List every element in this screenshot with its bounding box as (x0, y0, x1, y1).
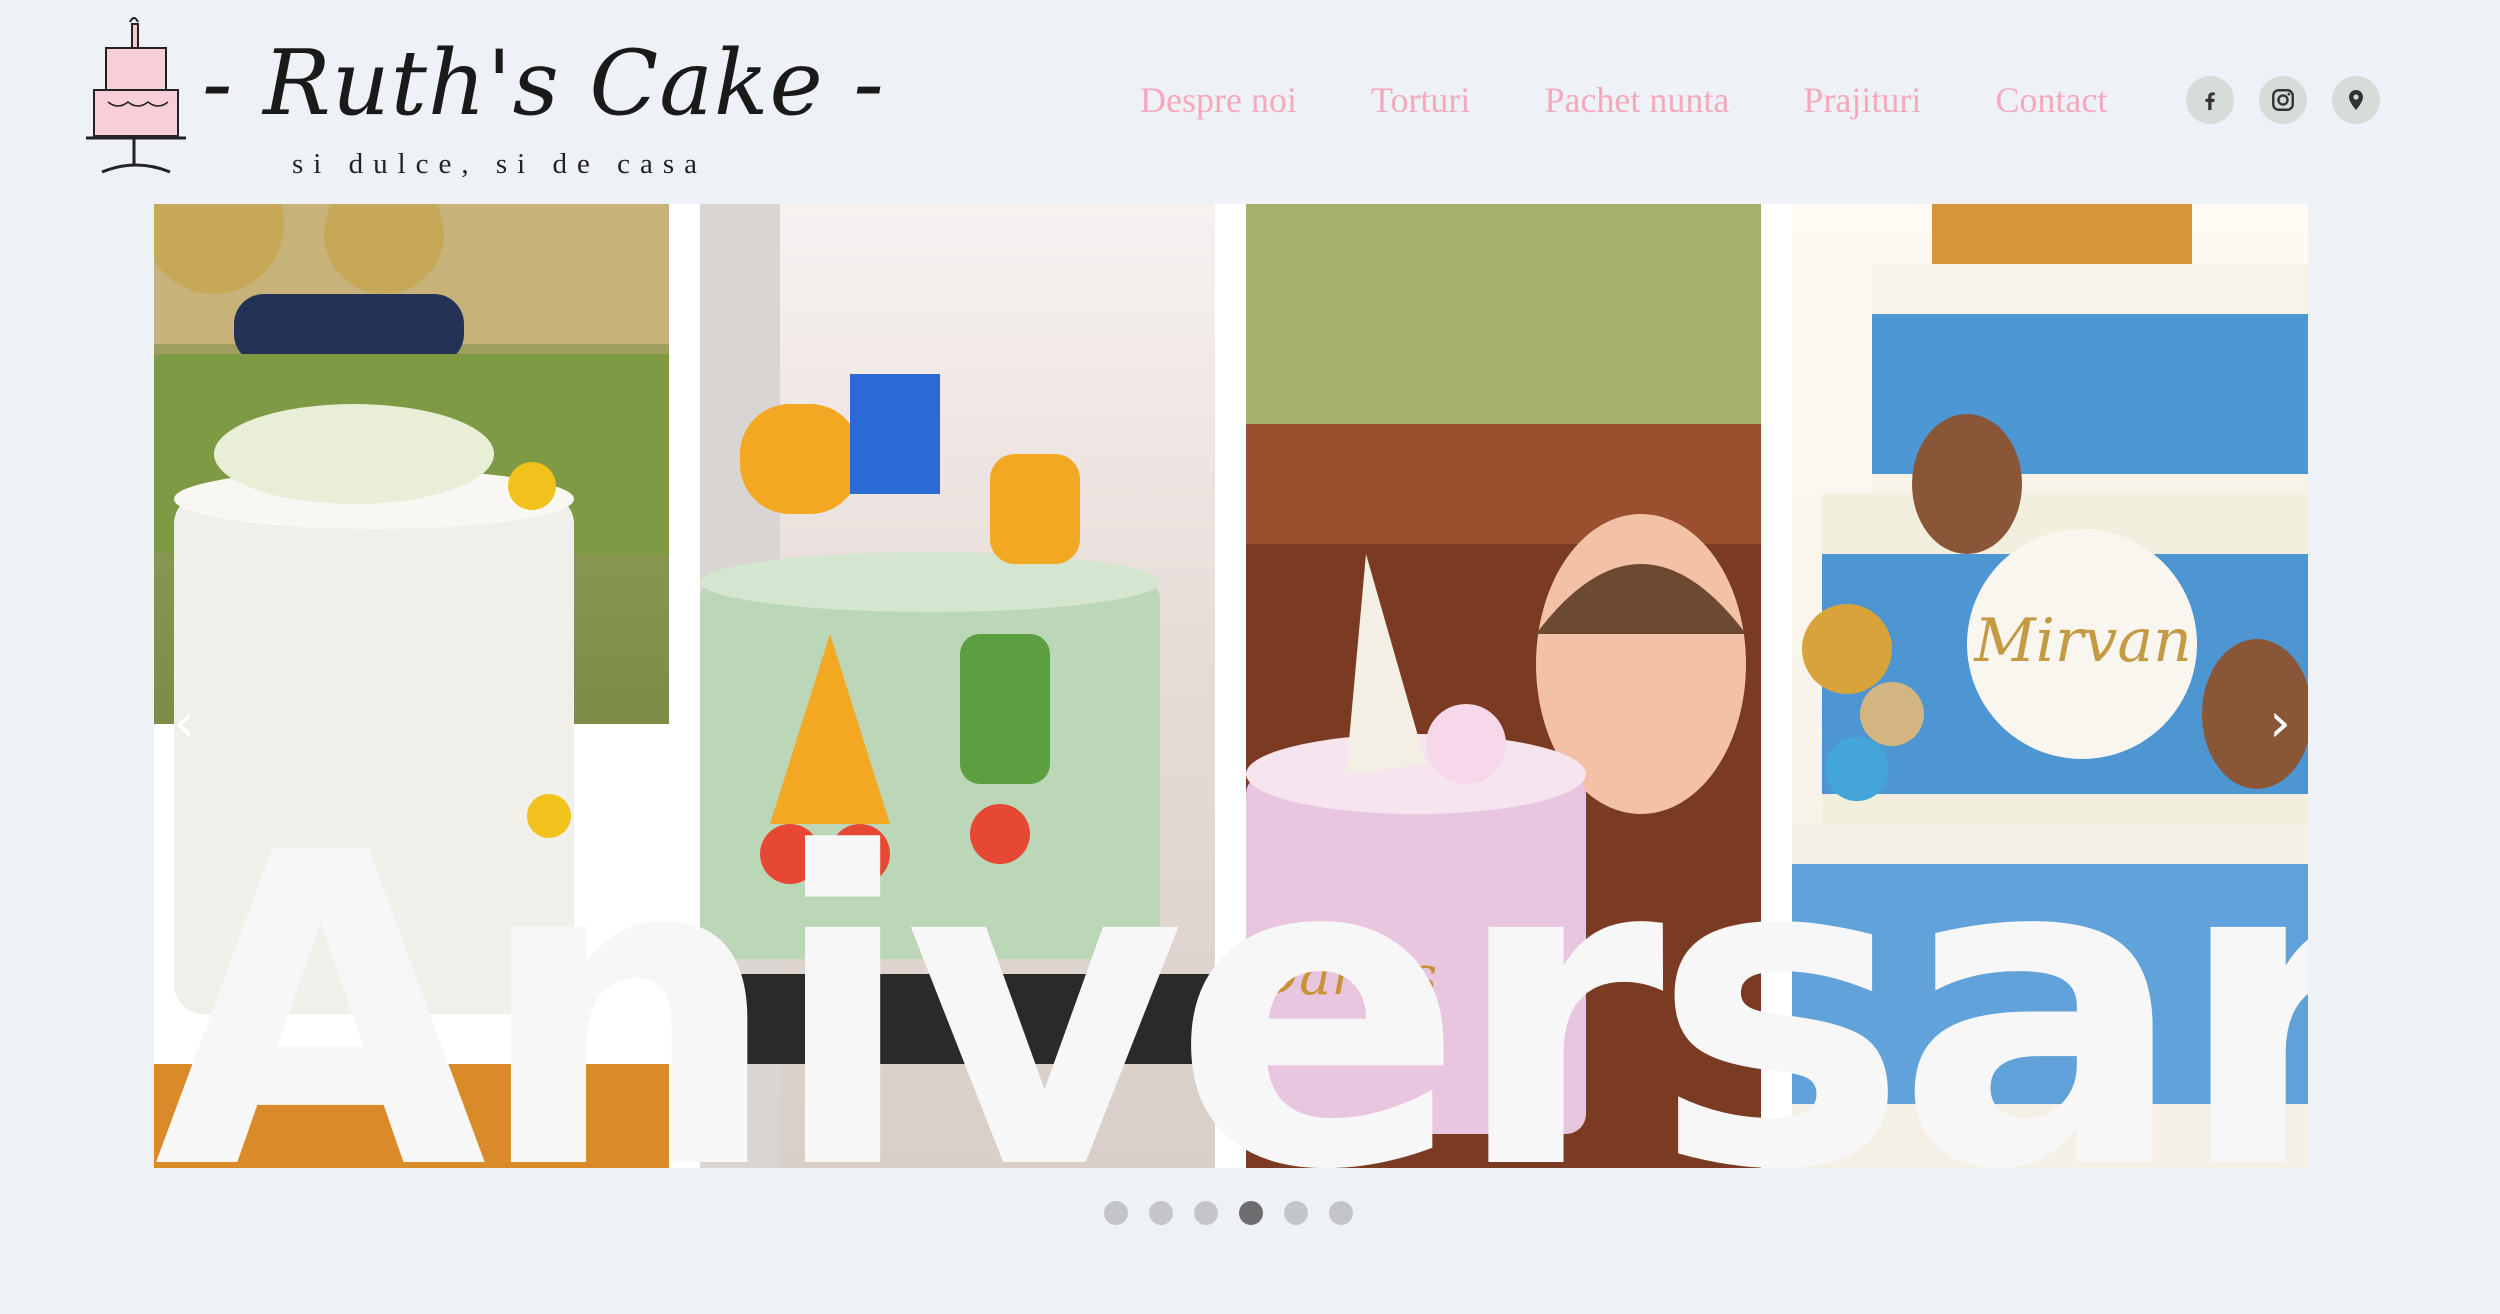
facebook-link[interactable] (2186, 76, 2234, 124)
slider-dot-6[interactable] (1329, 1201, 1353, 1225)
hero-slider: Darius Mirvan Aniversari ‹ › (154, 204, 2308, 1168)
slider-pagination (1104, 1201, 1353, 1225)
cake-name-mirvan: Mirvan (1974, 606, 2192, 676)
instagram-icon (2272, 89, 2294, 111)
nav-item-pachet-nunta[interactable]: Pachet nunta (1544, 70, 1729, 130)
slider-dot-4[interactable] (1239, 1201, 1263, 1225)
slider-next-button[interactable]: › (2250, 682, 2308, 762)
slider-dot-3[interactable] (1194, 1201, 1218, 1225)
slider-dot-5[interactable] (1284, 1201, 1308, 1225)
main-nav: Despre noi Torturi Pachet nunta Prajitur… (1140, 70, 2107, 130)
nav-item-contact[interactable]: Contact (1995, 70, 2107, 130)
nav-item-despre-noi[interactable]: Despre noi (1140, 70, 1297, 130)
chevron-right-icon: › (2269, 690, 2291, 754)
slider-dot-1[interactable] (1104, 1201, 1128, 1225)
facebook-icon (2205, 92, 2215, 110)
social-links (2186, 76, 2380, 124)
location-pin-icon (2349, 90, 2363, 110)
slider-prev-button[interactable]: ‹ (154, 682, 214, 762)
cake-logo-icon (86, 17, 186, 174)
location-link[interactable] (2332, 76, 2380, 124)
nav-item-prajituri[interactable]: Prajituri (1803, 70, 1921, 130)
slide-title: Aniversari (154, 764, 2308, 1168)
nav-item-torturi[interactable]: Torturi (1371, 70, 1470, 130)
slider-dot-2[interactable] (1149, 1201, 1173, 1225)
brand-logo[interactable]: - Ruth's Cake - si dulce, si de casa (82, 12, 885, 192)
brand-tagline: si dulce, si de casa (292, 148, 708, 180)
brand-name: - Ruth's Cake - (202, 31, 885, 136)
chevron-left-icon: ‹ (173, 690, 195, 754)
instagram-link[interactable] (2259, 76, 2307, 124)
site-header: - Ruth's Cake - si dulce, si de casa Des… (0, 0, 2500, 200)
